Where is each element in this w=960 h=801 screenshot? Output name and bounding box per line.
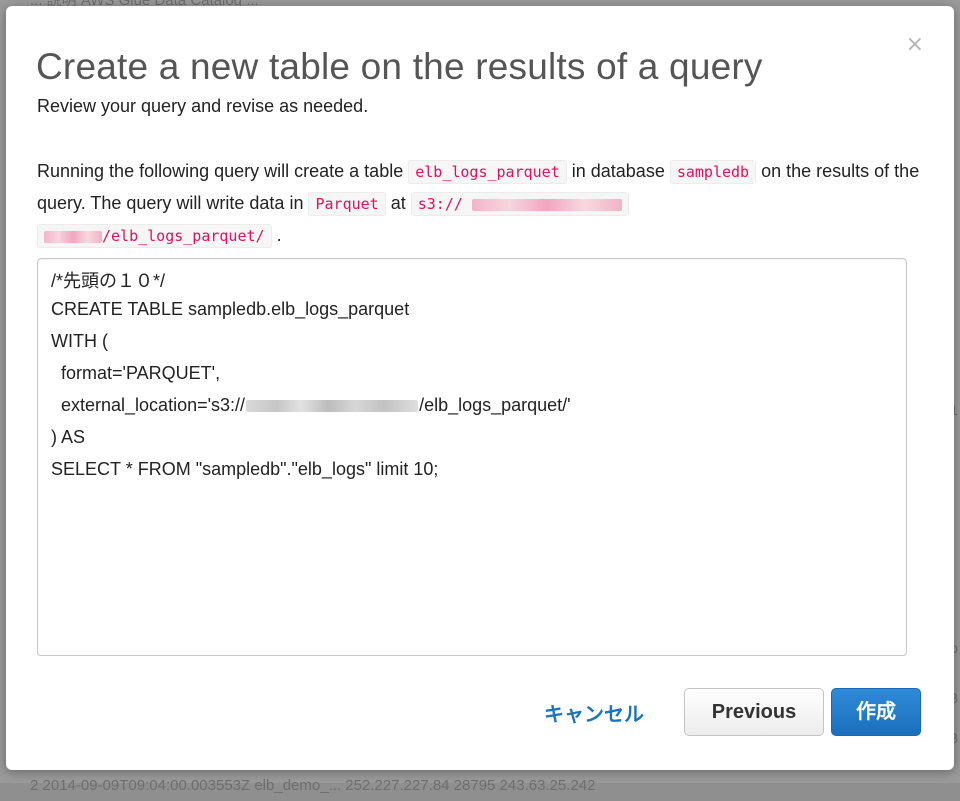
s3-location-code: s3://: [410, 192, 629, 216]
description-text: at: [390, 193, 406, 213]
query-line: /*先頭の１０*/: [51, 271, 166, 291]
database-name-code: sampledb: [669, 160, 757, 184]
s3-location-suffix: /elb_logs_parquet/: [102, 227, 265, 245]
format-code: Parquet: [308, 192, 386, 216]
query-line: SELECT * FROM "sampledb"."elb_logs" limi…: [51, 459, 439, 479]
query-editor[interactable]: /*先頭の１０*/ CREATE TABLE sampledb.elb_logs…: [37, 258, 907, 656]
query-line-suffix: /elb_logs_parquet/': [419, 395, 571, 415]
s3-location-code-continued: /elb_logs_parquet/: [37, 224, 272, 248]
query-line: ) AS: [51, 427, 86, 447]
create-table-dialog: × Create a new table on the results of a…: [6, 6, 954, 770]
query-description: Running the following query will create …: [37, 156, 927, 252]
cancel-button[interactable]: キャンセル: [544, 698, 644, 727]
redacted-bucket-name: [44, 230, 102, 243]
create-button[interactable]: 作成: [831, 688, 921, 736]
redacted-bucket-name: [471, 198, 622, 211]
dialog-title: Create a new table on the results of a q…: [36, 46, 763, 87]
description-text: .: [276, 225, 282, 245]
previous-button[interactable]: Previous: [684, 688, 824, 736]
dialog-subtitle: Review your query and revise as needed.: [37, 96, 369, 116]
redacted-bucket-name: [246, 400, 419, 413]
query-line: format='PARQUET',: [51, 363, 221, 383]
query-line-prefix: external_location='s3://: [51, 395, 246, 415]
s3-location-prefix: s3://: [417, 195, 463, 213]
table-name-code: elb_logs_parquet: [408, 160, 567, 184]
description-text: in database: [571, 161, 665, 181]
close-icon[interactable]: ×: [906, 34, 924, 56]
description-text: Running the following query will create …: [37, 161, 404, 181]
query-line: WITH (: [51, 331, 108, 351]
background-row-text: 2 2014-09-09T09:04:00.003553Z elb_demo_.…: [30, 777, 596, 794]
query-line: external_location='s3:// /elb_logs_parque…: [51, 395, 571, 416]
query-line: CREATE TABLE sampledb.elb_logs_parquet: [51, 299, 410, 319]
